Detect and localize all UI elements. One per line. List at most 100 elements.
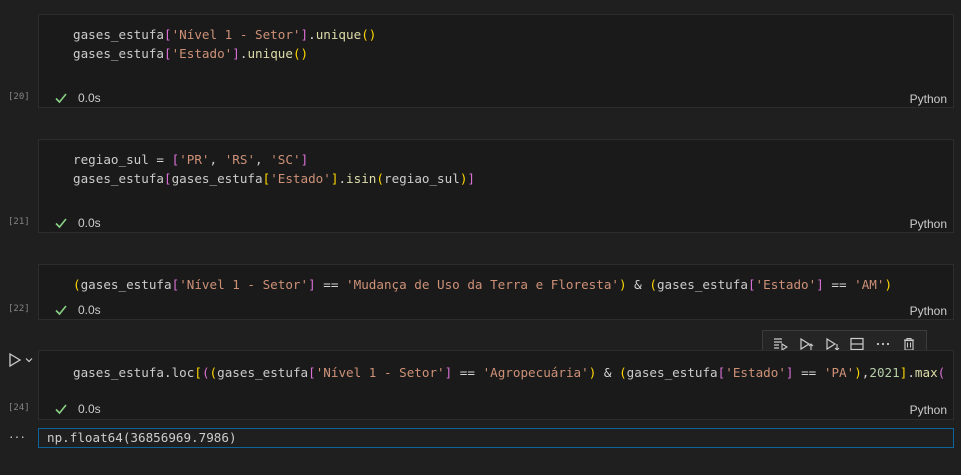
- code-line: gases_estufa['Estado'].unique(): [73, 44, 376, 63]
- code-line: gases_estufa['Nível 1 - Setor'].unique(): [73, 25, 376, 44]
- code-cell-21[interactable]: regiao_sul = ['PR', 'RS', 'SC'] gases_est…: [38, 139, 954, 233]
- code-editor[interactable]: gases_estufa.loc[((gases_estufa['Nível 1…: [73, 363, 945, 382]
- code-line: (gases_estufa['Nível 1 - Setor'] == 'Mud…: [73, 275, 892, 294]
- check-icon: [55, 305, 67, 316]
- code-token: gases_estufa: [171, 171, 263, 186]
- code-token: ]: [785, 365, 794, 380]
- code-token: ]: [308, 277, 316, 292]
- code-token: (: [73, 277, 81, 292]
- code-token: gases_estufa: [626, 365, 718, 380]
- code-token: gases_estufa: [656, 277, 748, 292]
- check-icon: [55, 93, 67, 104]
- code-token: 'Nível 1 - Setor': [315, 365, 445, 380]
- execution-count: [22]: [8, 304, 30, 314]
- code-token: 'PR': [179, 152, 210, 167]
- code-token: ]: [232, 46, 240, 61]
- code-token: [: [308, 365, 316, 380]
- cell-output[interactable]: np.float64(36856969.7986): [38, 428, 954, 448]
- run-cell-icon[interactable]: [8, 352, 22, 368]
- code-token: ]: [300, 152, 309, 167]
- code-token: regiao_sul: [383, 171, 460, 186]
- code-token: 'Estado': [755, 277, 817, 292]
- code-token: [: [194, 365, 202, 380]
- code-token: ]: [467, 171, 475, 186]
- language-label[interactable]: Python: [910, 403, 947, 417]
- code-token: (): [292, 46, 309, 61]
- execution-time: 0.0s: [78, 216, 101, 230]
- run-cell-gutter: [8, 352, 34, 368]
- code-token: loc: [171, 365, 195, 380]
- code-token: 'Estado': [270, 171, 331, 186]
- language-label[interactable]: Python: [910, 92, 947, 106]
- language-label[interactable]: Python: [910, 217, 947, 231]
- code-token: gases_estufa: [73, 27, 164, 42]
- code-token: ==: [823, 277, 855, 292]
- execution-status: 0.0s: [54, 402, 101, 416]
- code-editor[interactable]: (gases_estufa['Nível 1 - Setor'] == 'Mud…: [73, 275, 892, 294]
- chevron-down-icon[interactable]: [24, 355, 34, 365]
- code-token: (): [361, 27, 377, 42]
- output-actions-icon[interactable]: ···: [9, 428, 26, 444]
- code-token: (: [649, 277, 657, 292]
- code-cell-20[interactable]: gases_estufa['Nível 1 - Setor'].unique()…: [38, 14, 954, 108]
- code-token: [: [164, 171, 172, 186]
- code-token: &: [626, 277, 650, 292]
- code-token: gases_estufa: [73, 171, 164, 186]
- execution-time: 0.0s: [78, 303, 101, 317]
- code-line: gases_estufa.loc[((gases_estufa['Nível 1…: [73, 363, 945, 382]
- code-token: (: [937, 365, 946, 380]
- code-token: 'Estado': [725, 365, 786, 380]
- execution-status: 0.0s: [54, 91, 101, 105]
- execution-count: [20]: [8, 92, 30, 102]
- code-token: gases_estufa: [73, 365, 164, 380]
- code-token: 'Nível 1 - Setor': [179, 277, 309, 292]
- execution-count: [21]: [8, 217, 30, 227]
- code-token: .: [308, 27, 316, 42]
- code-token: ): [854, 365, 862, 380]
- code-token: (: [376, 171, 384, 186]
- check-icon: [55, 404, 67, 415]
- execution-time: 0.0s: [78, 91, 101, 105]
- code-token: unique: [315, 27, 362, 42]
- code-token: ,: [209, 152, 225, 167]
- code-token: gases_estufa: [80, 277, 172, 292]
- code-token: ): [619, 277, 627, 292]
- code-token: 'AM': [854, 277, 885, 292]
- code-token: gases_estufa: [217, 365, 309, 380]
- code-token: .: [164, 365, 172, 380]
- execution-status: 0.0s: [54, 303, 101, 317]
- code-token: 'RS': [224, 152, 256, 167]
- code-token: 'Mudança de Uso da Terra e Floresta': [346, 277, 619, 292]
- code-cell-22[interactable]: (gases_estufa['Nível 1 - Setor'] == 'Mud…: [38, 264, 954, 320]
- code-token: (: [619, 365, 627, 380]
- code-token: [: [747, 277, 756, 292]
- code-editor[interactable]: gases_estufa['Nível 1 - Setor'].unique()…: [73, 25, 376, 63]
- code-token: .: [338, 171, 347, 186]
- code-token: 'Estado': [171, 46, 233, 61]
- code-token: 'PA': [823, 365, 855, 380]
- code-token: isin: [346, 171, 377, 186]
- check-icon: [55, 218, 67, 229]
- execution-count: [24]: [8, 403, 30, 413]
- code-token: .: [907, 365, 915, 380]
- code-token: [: [164, 46, 172, 61]
- code-token: max: [914, 365, 938, 380]
- language-label[interactable]: Python: [910, 304, 947, 318]
- code-cell-24[interactable]: gases_estufa.loc[((gases_estufa['Nível 1…: [38, 350, 954, 420]
- code-token: 'SC': [270, 152, 301, 167]
- code-token: 2021: [869, 365, 900, 380]
- code-token: regiao_sul: [73, 152, 157, 167]
- code-editor[interactable]: regiao_sul = ['PR', 'RS', 'SC'] gases_est…: [73, 150, 475, 188]
- code-token: &: [596, 365, 620, 380]
- code-token: ]: [300, 27, 309, 42]
- code-token: 'Nível 1 - Setor': [171, 27, 301, 42]
- code-token: (: [201, 365, 210, 380]
- code-token: ==: [452, 365, 483, 380]
- execution-time: 0.0s: [78, 402, 101, 416]
- code-line: regiao_sul = ['PR', 'RS', 'SC']: [73, 150, 475, 169]
- execution-status: 0.0s: [54, 216, 101, 230]
- code-token: ==: [315, 277, 347, 292]
- code-token: =: [156, 152, 164, 167]
- code-token: unique: [247, 46, 293, 61]
